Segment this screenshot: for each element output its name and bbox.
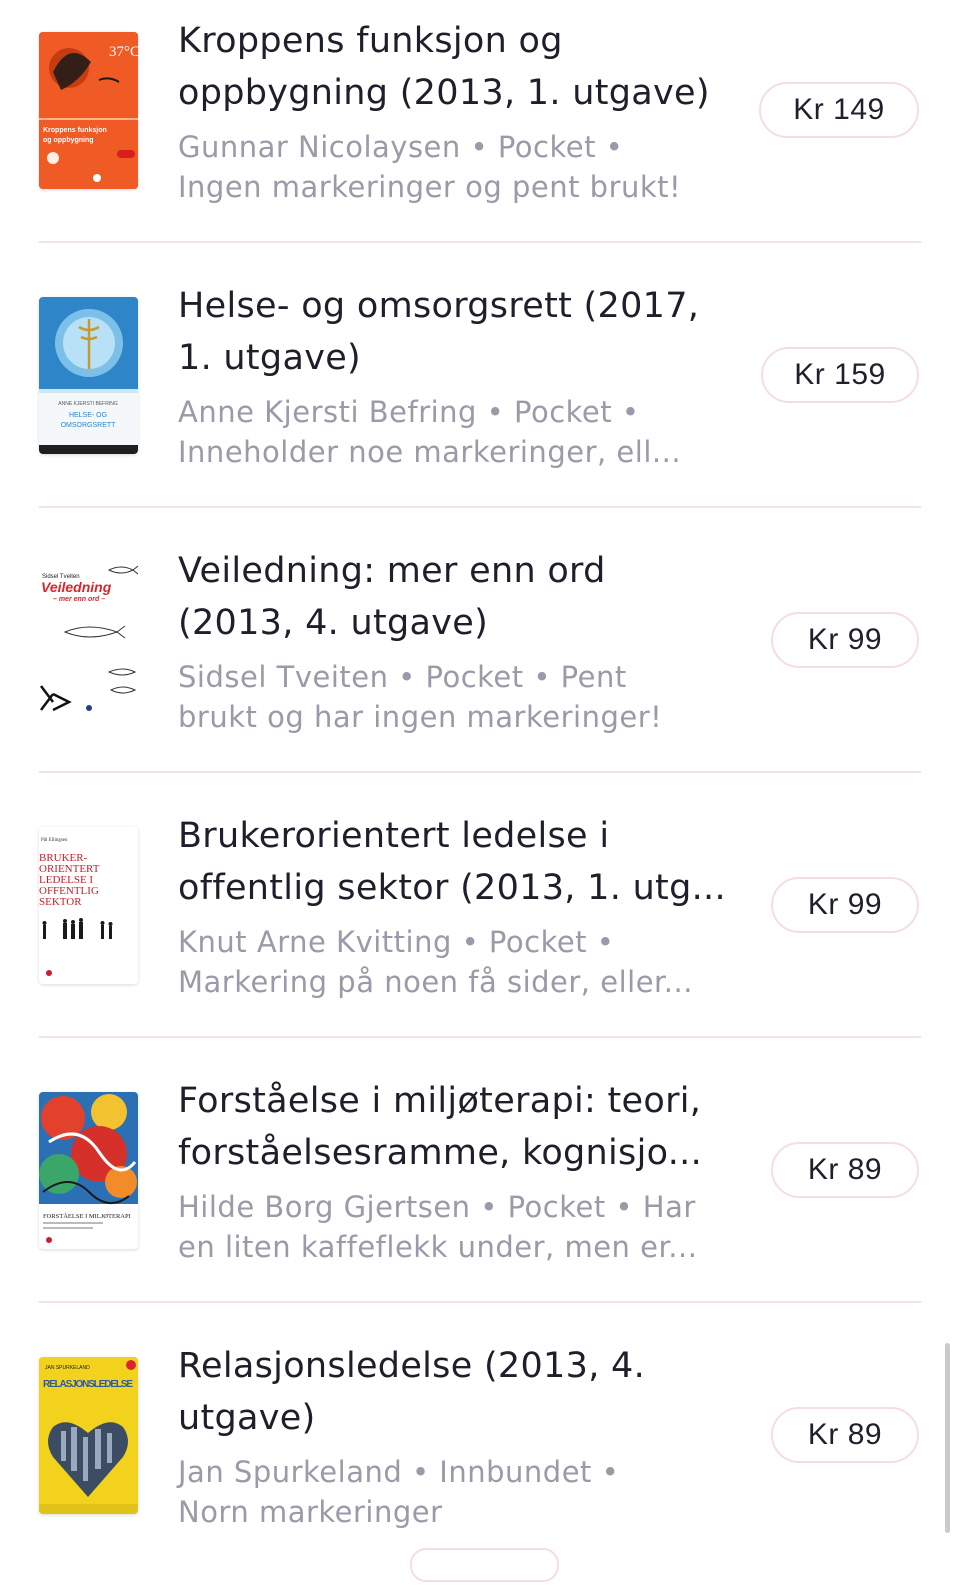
listing-meta: Hilde Borg Gjertsen • Pocket • Har en li…: [178, 1190, 698, 1264]
listing-title[interactable]: Brukerorientert ledelse i offentlig sekt…: [178, 810, 738, 914]
listing-meta: Sidsel Tveiten • Pocket • Pent brukt og …: [178, 660, 663, 734]
svg-text:SEKTOR: SEKTOR: [39, 896, 82, 908]
listing-item[interactable]: FORSTÅELSE I MILJØTERAPI Forståelse i mi…: [0, 1060, 960, 1325]
listing-title[interactable]: Relasjonsledelse (2013, 4. utgave): [178, 1340, 738, 1444]
svg-text:og oppbygning: og oppbygning: [43, 137, 94, 144]
price-button[interactable]: Kr 99: [771, 612, 919, 668]
book-cover-image[interactable]: 37°C Kroppens funksjon og oppbygning: [39, 32, 138, 189]
listing-title[interactable]: Forståelse i miljøterapi: teori, forståe…: [178, 1075, 738, 1179]
listing-item[interactable]: ANNE KJERSTI BEFRING HELSE- OG OMSORGSRE…: [0, 265, 960, 530]
cover-title-text: RELASJONSLEDELSE: [43, 1379, 133, 1390]
listing-title[interactable]: Helse- og omsorgsrett (2017, 1. utgave): [178, 280, 738, 384]
divider: [39, 771, 921, 773]
listing-item[interactable]: Pål Ellingsen BRUKER- ORIENTERT LEDELSE …: [0, 795, 960, 1060]
listing-meta: Anne Kjersti Befring • Pocket • Innehold…: [178, 395, 682, 469]
scrollbar[interactable]: [945, 1343, 950, 1533]
cover-title-text: HELSE- OG: [69, 412, 107, 419]
divider: [39, 506, 921, 508]
listing-title[interactable]: Veiledning: mer enn ord (2013, 4. utgave…: [178, 545, 738, 649]
price-button[interactable]: Kr 159: [761, 347, 919, 403]
book-cover-image[interactable]: Sidsel Tveiten Veiledning – mer enn ord …: [39, 562, 138, 719]
cover-title-text: Veiledning: [41, 579, 112, 595]
price-button[interactable]: Kr 99: [771, 877, 919, 933]
listing-meta: Knut Arne Kvitting • Pocket • Markering …: [178, 925, 693, 999]
divider: [39, 1036, 921, 1038]
svg-text:Kroppens funksjon: Kroppens funksjon: [43, 127, 107, 134]
book-cover-image[interactable]: JAN SPURKELAND RELASJONSLEDELSE: [39, 1357, 138, 1514]
cover-author-text: ANNE KJERSTI BEFRING: [58, 401, 118, 407]
cover-author-text: Pål Ellingsen: [41, 837, 68, 843]
listing-meta: Gunnar Nicolaysen • Pocket • Ingen marke…: [178, 130, 682, 204]
divider: [39, 241, 921, 243]
listing-item[interactable]: 37°C Kroppens funksjon og oppbygning Kro…: [0, 0, 960, 265]
cover-title-text: OMSORGSRETT: [61, 422, 117, 429]
price-button[interactable]: Kr 89: [771, 1142, 919, 1198]
cover-subtitle-text: – mer enn ord –: [53, 596, 105, 603]
cover-badge-text: 37°C: [109, 44, 138, 60]
cover-title-text: FORSTÅELSE I MILJØTERAPI: [43, 1212, 131, 1220]
listing-title[interactable]: Kroppens funksjon og oppbygning (2013, 1…: [178, 15, 738, 119]
load-more-button[interactable]: [410, 1548, 559, 1582]
book-cover-image[interactable]: Pål Ellingsen BRUKER- ORIENTERT LEDELSE …: [39, 827, 138, 984]
book-cover-image[interactable]: FORSTÅELSE I MILJØTERAPI: [39, 1092, 138, 1249]
book-cover-image[interactable]: ANNE KJERSTI BEFRING HELSE- OG OMSORGSRE…: [39, 297, 138, 454]
cover-author-text: JAN SPURKELAND: [45, 1365, 90, 1371]
listing-meta: Jan Spurkeland • Innbundet • Norn marker…: [178, 1455, 620, 1529]
divider: [39, 1301, 921, 1303]
price-button[interactable]: Kr 149: [759, 82, 919, 138]
price-button[interactable]: Kr 89: [771, 1407, 919, 1463]
listing-item[interactable]: Sidsel Tveiten Veiledning – mer enn ord …: [0, 530, 960, 795]
